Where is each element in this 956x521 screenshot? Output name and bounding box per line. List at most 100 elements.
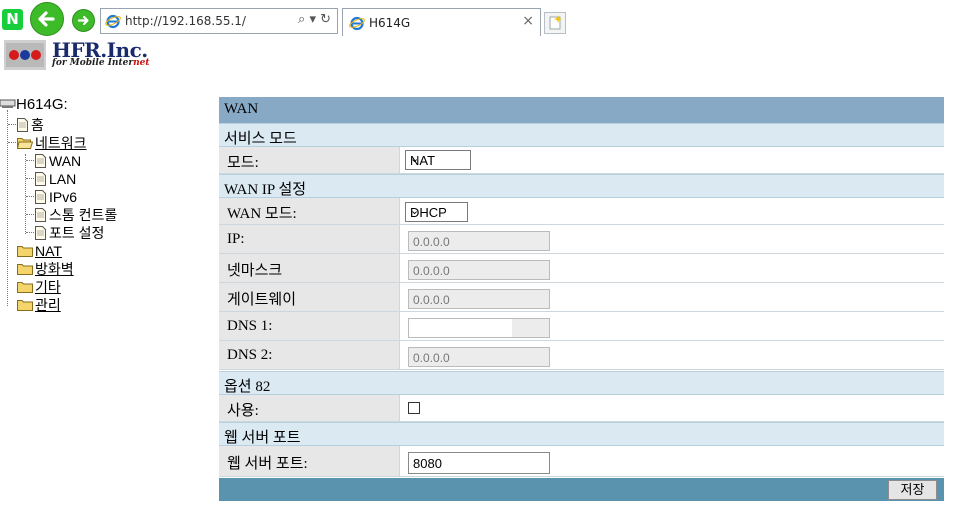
gateway-input[interactable]: 0.0.0.0: [408, 289, 550, 309]
tree-item-other[interactable]: 기타: [17, 278, 61, 296]
mode-select[interactable]: NAT ⌄: [405, 150, 471, 170]
address-tools[interactable]: ⌕ ▾ ↻: [298, 12, 331, 27]
tree-item-label: NAT: [35, 243, 62, 259]
naver-logo-icon[interactable]: N: [2, 9, 23, 30]
netmask-label: 넷마스크: [227, 263, 283, 279]
row-label: 웹 서버 포트:: [219, 446, 400, 476]
tree-item-label: 포트 설정: [49, 225, 105, 241]
row-label: WAN 모드:: [219, 198, 400, 224]
hfr-mark-icon: [4, 40, 46, 70]
forward-button[interactable]: [72, 9, 95, 32]
brand-tagline: for Mobile Internet: [52, 58, 150, 68]
row-label: 사용:: [219, 395, 400, 421]
save-button[interactable]: 저장: [888, 480, 937, 500]
netmask-input[interactable]: 0.0.0.0: [408, 260, 550, 280]
panel-footer-bar: 저장: [219, 478, 944, 501]
new-tab-icon: [549, 15, 562, 30]
row-mode: 모드: NAT ⌄: [219, 147, 944, 174]
tree-guide-line: [25, 154, 26, 234]
folder-icon: [17, 246, 33, 257]
row-value: NAT ⌄: [401, 147, 944, 173]
row-use: 사용:: [219, 395, 944, 422]
row-label: DNS 2:: [219, 341, 400, 369]
tree-root-label: H614G:: [16, 96, 68, 113]
section-wan-ip: WAN IP 설정: [219, 174, 944, 198]
row-label: 모드:: [219, 147, 400, 173]
browser-toolbar: N http://192.168.55.1/ ⌕ ▾ ↻ H614G ×: [0, 0, 956, 36]
tree-item-port-settings[interactable]: 포트 설정: [35, 224, 104, 242]
tree-item-label: IPv6: [49, 189, 78, 205]
browser-tab[interactable]: H614G ×: [342, 8, 541, 36]
web-port-label: 웹 서버 포트:: [227, 456, 308, 472]
row-value: DHCP ⌄: [401, 198, 944, 224]
row-ip: IP: 0.0.0.0: [219, 225, 944, 254]
tree-item-label: 홈: [31, 117, 44, 133]
tree-item-management[interactable]: 관리: [17, 296, 61, 314]
dns2-input-value: 0.0.0.0: [413, 351, 450, 365]
row-web-port: 웹 서버 포트: 8080: [219, 446, 944, 477]
web-port-input[interactable]: 8080: [408, 452, 550, 474]
new-tab-button[interactable]: [544, 12, 566, 34]
back-button[interactable]: [30, 2, 64, 36]
row-value: [401, 312, 944, 338]
ip-input[interactable]: 0.0.0.0: [408, 231, 550, 251]
tree-item-nat[interactable]: NAT: [17, 242, 62, 260]
tree-item-home[interactable]: 홈: [17, 116, 44, 134]
row-dns1: DNS 1:: [219, 312, 944, 341]
row-label: 넷마스크: [219, 254, 400, 282]
use-checkbox[interactable]: [408, 402, 420, 414]
row-label: DNS 1:: [219, 312, 400, 340]
open-folder-icon: [17, 138, 33, 149]
tree-item-label: 관리: [35, 297, 61, 313]
document-icon: [35, 226, 46, 240]
dns2-input[interactable]: 0.0.0.0: [408, 347, 550, 367]
url-text: http://192.168.55.1/: [125, 14, 246, 28]
row-gateway: 게이트웨이 0.0.0.0: [219, 283, 944, 312]
mode-label: 모드:: [227, 155, 259, 171]
tree-item-firewall[interactable]: 방화벽: [17, 260, 74, 278]
address-bar[interactable]: http://192.168.55.1/ ⌕ ▾ ↻: [100, 8, 338, 34]
tree-item-label: 스톰 컨트롤: [49, 207, 118, 223]
tree-item-wan[interactable]: WAN: [35, 152, 81, 170]
row-value: 0.0.0.0: [401, 283, 944, 309]
section-web-port: 웹 서버 포트: [219, 422, 944, 446]
ip-input-value: 0.0.0.0: [413, 235, 450, 249]
forward-arrow-icon: [77, 15, 89, 26]
document-icon: [35, 208, 46, 222]
section-title: 서비스 모드: [224, 131, 297, 147]
gateway-input-value: 0.0.0.0: [413, 293, 450, 307]
tree-item-network[interactable]: 네트워크: [17, 134, 87, 152]
dns1-input[interactable]: [408, 318, 550, 338]
row-label: 게이트웨이: [219, 283, 400, 311]
row-wan-mode: WAN 모드: DHCP ⌄: [219, 198, 944, 225]
folder-icon: [17, 300, 33, 311]
tagline-prefix: for Mobile Inter: [52, 58, 134, 68]
section-title: 웹 서버 포트: [224, 430, 301, 446]
tree-item-label: 기타: [35, 279, 61, 295]
wan-mode-select[interactable]: DHCP ⌄: [405, 202, 468, 222]
wan-settings-panel: WAN 서비스 모드 모드: NAT ⌄ WAN IP 설정 WAN 모드: DH…: [219, 97, 944, 501]
tree-root[interactable]: H614G:: [0, 96, 68, 114]
tree-item-ipv6[interactable]: IPv6: [35, 188, 77, 206]
tree-item-label: WAN: [49, 153, 82, 169]
section-option82: 옵션 82: [219, 371, 944, 395]
panel-title: WAN: [224, 101, 259, 117]
row-label: IP:: [219, 225, 400, 253]
tree-item-storm-control[interactable]: 스톰 컨트롤: [35, 206, 117, 224]
row-value: 0.0.0.0: [401, 254, 944, 280]
document-icon: [17, 118, 28, 132]
document-icon: [35, 190, 46, 204]
dns1-label: DNS 1:: [227, 318, 273, 334]
ie-tab-icon: [349, 16, 365, 31]
tree-item-label: 방화벽: [35, 261, 74, 277]
ip-label: IP:: [227, 231, 245, 247]
tab-title: H614G: [369, 16, 411, 30]
tree-item-label: LAN: [49, 171, 77, 187]
close-tab-icon[interactable]: ×: [522, 13, 534, 29]
row-value: 8080: [401, 446, 944, 474]
row-value: 0.0.0.0: [401, 225, 944, 251]
document-icon: [35, 154, 46, 168]
chevron-down-icon: ⌄: [410, 205, 420, 217]
panel-title-bar: WAN: [219, 97, 944, 123]
tree-item-lan[interactable]: LAN: [35, 170, 76, 188]
